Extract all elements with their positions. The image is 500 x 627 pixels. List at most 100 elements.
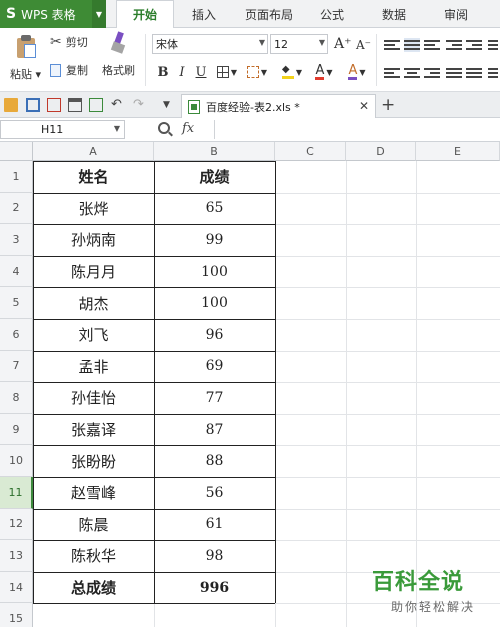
column-header-b[interactable]: B bbox=[154, 142, 275, 161]
spreadsheet-grid[interactable]: A B C D E 1 2 3 4 5 6 7 8 9 10 11 12 13 14 15 姓名 成绩 张烨 65 孙炳南 99 陈… bbox=[0, 142, 500, 627]
document-tab[interactable]: 百度经验-表2.xls * ✕ bbox=[181, 94, 376, 118]
print-preview-icon[interactable] bbox=[89, 98, 103, 112]
more-align-icon[interactable] bbox=[488, 66, 498, 80]
align-bottom-icon[interactable] bbox=[424, 38, 440, 52]
new-tab-icon[interactable]: + bbox=[381, 95, 395, 115]
select-all-corner[interactable] bbox=[0, 142, 33, 161]
row-header-10[interactable]: 10 bbox=[0, 445, 33, 477]
name-cell[interactable]: 孙佳怡 bbox=[33, 382, 154, 414]
font-name-select[interactable]: 宋体 ▼ bbox=[152, 34, 268, 54]
column-header-e[interactable]: E bbox=[416, 142, 500, 161]
score-cell[interactable]: 99 bbox=[154, 224, 275, 256]
name-cell[interactable]: 张盼盼 bbox=[33, 445, 154, 477]
font-size-select[interactable]: 12 ▼ bbox=[270, 34, 328, 54]
fill-color-button[interactable]: ◆ ▼ bbox=[278, 62, 306, 82]
name-cell[interactable]: 陈秋华 bbox=[33, 540, 154, 572]
score-cell[interactable]: 96 bbox=[154, 319, 275, 351]
name-cell[interactable]: 张嘉译 bbox=[33, 414, 154, 446]
tab-formulas[interactable]: 公式 bbox=[312, 0, 352, 28]
score-cell[interactable]: 88 bbox=[154, 445, 275, 477]
close-icon[interactable]: ✕ bbox=[359, 99, 369, 113]
row-header-5[interactable]: 5 bbox=[0, 287, 33, 319]
table-header-cell[interactable]: 成绩 bbox=[154, 161, 275, 193]
row-header-3[interactable]: 3 bbox=[0, 224, 33, 256]
name-cell[interactable]: 胡杰 bbox=[33, 287, 154, 319]
column-header-a[interactable]: A bbox=[33, 142, 154, 161]
copy-button[interactable]: 复制 bbox=[50, 62, 88, 78]
align-left-icon[interactable] bbox=[384, 66, 400, 80]
score-cell[interactable]: 69 bbox=[154, 351, 275, 383]
insert-function-button[interactable]: fx bbox=[182, 121, 194, 136]
font-color-button[interactable]: A ▼ bbox=[310, 62, 338, 82]
chevron-down-icon[interactable]: ▼ bbox=[92, 0, 106, 28]
score-cell[interactable]: 77 bbox=[154, 382, 275, 414]
undo-icon[interactable]: ↶ bbox=[111, 98, 125, 112]
score-cell[interactable]: 87 bbox=[154, 414, 275, 446]
total-cell[interactable]: 996 bbox=[154, 572, 275, 604]
grow-font-button[interactable]: A⁺ bbox=[334, 36, 352, 52]
row-header-14[interactable]: 14 bbox=[0, 571, 33, 604]
bold-button[interactable]: B bbox=[154, 62, 172, 82]
export-pdf-icon[interactable] bbox=[47, 98, 61, 112]
redo-icon[interactable]: ↷ bbox=[133, 98, 147, 112]
open-folder-icon[interactable] bbox=[4, 98, 18, 112]
name-cell[interactable]: 张烨 bbox=[33, 193, 154, 225]
tab-page-layout[interactable]: 页面布局 bbox=[238, 0, 300, 28]
borders-button[interactable]: ▼ bbox=[214, 62, 240, 82]
row-header-9[interactable]: 9 bbox=[0, 413, 33, 446]
row-header-8[interactable]: 8 bbox=[0, 382, 33, 414]
name-cell[interactable]: 陈月月 bbox=[33, 256, 154, 288]
distributed-align-icon[interactable] bbox=[466, 66, 482, 80]
score-cell[interactable]: 56 bbox=[154, 477, 275, 509]
row-header-7[interactable]: 7 bbox=[0, 350, 33, 383]
formula-input[interactable] bbox=[214, 120, 500, 139]
row-header-12[interactable]: 12 bbox=[0, 508, 33, 541]
print-icon[interactable] bbox=[68, 98, 82, 112]
indent-decrease-icon[interactable] bbox=[446, 38, 462, 52]
score-cell[interactable]: 98 bbox=[154, 540, 275, 572]
score-cell[interactable]: 100 bbox=[154, 256, 275, 288]
paste-button[interactable]: 粘贴 ▾ bbox=[10, 34, 41, 82]
align-middle-icon[interactable] bbox=[404, 38, 420, 52]
name-cell[interactable]: 赵雪峰 bbox=[33, 477, 154, 509]
row-header-4[interactable]: 4 bbox=[0, 255, 33, 288]
score-cell[interactable]: 65 bbox=[154, 193, 275, 225]
format-painter-button[interactable]: 格式刷 bbox=[102, 31, 135, 78]
cut-button[interactable]: ✂ 剪切 bbox=[50, 34, 88, 50]
score-cell[interactable]: 61 bbox=[154, 509, 275, 541]
indent-increase-icon[interactable] bbox=[466, 38, 482, 52]
clear-format-button[interactable]: A ▼ bbox=[344, 62, 370, 82]
shrink-font-button[interactable]: A⁻ bbox=[356, 38, 371, 52]
tab-home[interactable]: 开始 bbox=[116, 0, 174, 28]
wrap-text-icon[interactable] bbox=[488, 38, 498, 52]
app-menu-button[interactable]: S WPS 表格 ▼ bbox=[0, 0, 106, 28]
merge-cells-button[interactable]: ▼ bbox=[244, 62, 270, 82]
column-header-d[interactable]: D bbox=[346, 142, 416, 161]
row-header-15[interactable]: 15 bbox=[0, 603, 33, 627]
align-right-icon[interactable] bbox=[424, 66, 440, 80]
customize-toolbar-icon[interactable]: ▼ bbox=[163, 98, 177, 112]
name-cell[interactable]: 孟非 bbox=[33, 351, 154, 383]
align-center-icon[interactable] bbox=[404, 66, 420, 80]
total-cell[interactable]: 总成绩 bbox=[33, 572, 154, 604]
row-header-1[interactable]: 1 bbox=[0, 161, 33, 193]
save-icon[interactable] bbox=[26, 98, 40, 112]
italic-button[interactable]: I bbox=[173, 62, 191, 82]
underline-button[interactable]: U bbox=[192, 62, 210, 82]
row-header-2[interactable]: 2 bbox=[0, 192, 33, 225]
column-header-c[interactable]: C bbox=[275, 142, 346, 161]
row-header-13[interactable]: 13 bbox=[0, 540, 33, 572]
tab-review[interactable]: 审阅 bbox=[436, 0, 476, 28]
table-header-cell[interactable]: 姓名 bbox=[33, 161, 154, 193]
name-cell[interactable]: 陈晨 bbox=[33, 509, 154, 541]
score-cell[interactable]: 100 bbox=[154, 287, 275, 319]
align-top-icon[interactable] bbox=[384, 38, 400, 52]
name-cell[interactable]: 孙炳南 bbox=[33, 224, 154, 256]
tab-insert[interactable]: 插入 bbox=[182, 0, 226, 28]
tab-data[interactable]: 数据 bbox=[374, 0, 414, 28]
row-header-6[interactable]: 6 bbox=[0, 319, 33, 351]
zoom-icon[interactable] bbox=[158, 122, 170, 134]
row-header-11[interactable]: 11 bbox=[0, 477, 33, 509]
name-cell[interactable]: 刘飞 bbox=[33, 319, 154, 351]
name-box[interactable]: H11 ▼ bbox=[0, 120, 125, 139]
